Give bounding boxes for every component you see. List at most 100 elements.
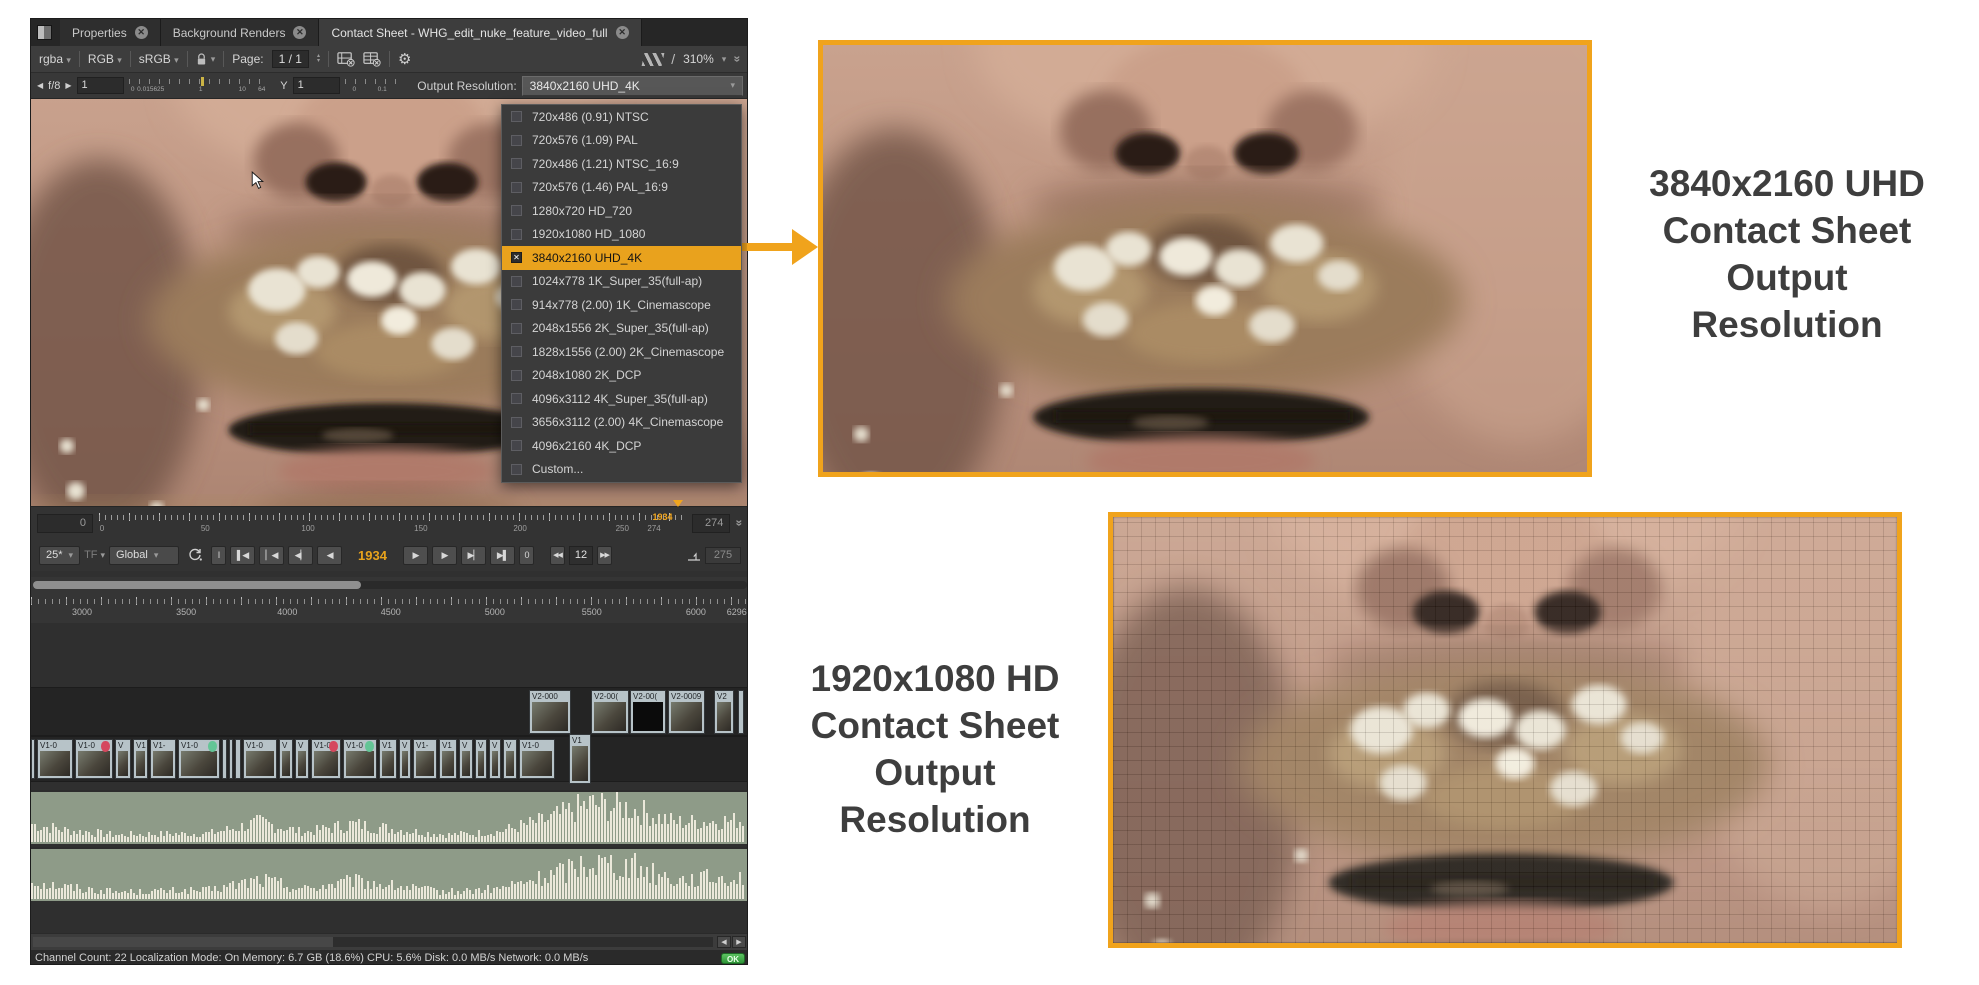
tab-contact-sheet[interactable]: Contact Sheet - WHG_edit_nuke_feature_vi… bbox=[319, 19, 641, 46]
timeline-clip[interactable]: V bbox=[279, 739, 293, 779]
timeline-clip[interactable]: V1-0 bbox=[243, 739, 277, 779]
timeline-clip[interactable]: V1-0 bbox=[75, 739, 113, 779]
frame-increment-input[interactable]: 12 bbox=[569, 546, 593, 565]
tab-background-renders[interactable]: Background Renders ✕ bbox=[161, 19, 320, 46]
range-end-input[interactable]: 274 bbox=[692, 514, 730, 533]
roi-icon[interactable]: / bbox=[671, 51, 675, 67]
timeline-clip[interactable]: V1 bbox=[379, 739, 397, 779]
audio-track-a2[interactable] bbox=[31, 847, 748, 901]
current-frame[interactable]: 1934 bbox=[358, 548, 387, 563]
gear-icon[interactable]: ⚙ bbox=[398, 50, 411, 68]
timeline-clip[interactable] bbox=[235, 739, 241, 779]
timeline-top-scrollbar[interactable] bbox=[33, 581, 747, 589]
gamma-slider[interactable]: 0 0.1 bbox=[345, 77, 399, 95]
timeline-ruler[interactable]: 30003500400045005000550060006296 bbox=[31, 593, 748, 623]
timeline-clip[interactable] bbox=[229, 739, 233, 779]
scroll-left-icon[interactable]: ◀ bbox=[717, 936, 731, 948]
skip-back-button[interactable]: ◀◀ bbox=[550, 546, 565, 565]
zoom-level[interactable]: 310% bbox=[683, 52, 714, 66]
page-spinner[interactable]: ▴▾ bbox=[317, 54, 320, 64]
scroll-right-icon[interactable]: ▶ bbox=[732, 936, 746, 948]
timeline-clip[interactable]: V bbox=[489, 739, 501, 779]
step-back-button[interactable]: ◀▏ bbox=[288, 546, 313, 565]
timeline-clip[interactable]: V1-0 bbox=[178, 739, 220, 779]
gain-input[interactable]: 1 bbox=[77, 77, 124, 94]
timeline-clip[interactable]: V1-0 bbox=[343, 739, 377, 779]
prev-keyframe-button[interactable]: ▏◀ bbox=[259, 546, 284, 565]
resolution-option[interactable]: Custom... bbox=[502, 458, 741, 482]
proxy-toggle-icon[interactable] bbox=[642, 53, 665, 66]
range-start-input[interactable]: 0 bbox=[37, 514, 93, 533]
timeline-clip[interactable]: V1-0 bbox=[37, 739, 73, 779]
more-chevrons-icon[interactable]: » bbox=[733, 520, 747, 527]
frame-ruler[interactable]: 1934 050100150200250274 bbox=[99, 509, 686, 538]
resolution-option[interactable]: 4096x2160 4K_DCP bbox=[502, 434, 741, 458]
resolution-option[interactable]: 914x778 (2.00) 1K_Cinemascope bbox=[502, 293, 741, 317]
in-point-button[interactable]: I bbox=[211, 546, 226, 565]
resolution-option[interactable]: 3656x3112 (2.00) 4K_Cinemascope bbox=[502, 411, 741, 435]
resolution-option[interactable]: 720x576 (1.09) PAL bbox=[502, 129, 741, 153]
go-to-start-button[interactable]: ▌◀ bbox=[230, 546, 255, 565]
resolution-option[interactable]: 4096x3112 4K_Super_35(full-ap) bbox=[502, 387, 741, 411]
out-point-button[interactable]: 0 bbox=[519, 546, 534, 565]
play-backward-button[interactable]: ◀ bbox=[317, 546, 342, 565]
timeline-clip[interactable]: V1 bbox=[133, 739, 148, 779]
output-resolution-dropdown[interactable]: 3840x2160 UHD_4K ▾ bbox=[522, 76, 743, 96]
fps-select[interactable]: 25*▾ bbox=[39, 546, 80, 565]
timeline-clip[interactable]: V1 bbox=[439, 739, 457, 779]
range-mode-select[interactable]: Global▾ bbox=[109, 546, 179, 565]
timeline-clip[interactable]: V1-0 bbox=[311, 739, 341, 779]
scrollbar-track[interactable] bbox=[33, 937, 713, 947]
step-forward-button[interactable]: ▶▏ bbox=[461, 546, 486, 565]
scrollbar-thumb[interactable] bbox=[33, 581, 361, 589]
timeline-clip[interactable]: V1 bbox=[569, 734, 591, 784]
resolution-option[interactable]: 720x576 (1.46) PAL_16:9 bbox=[502, 176, 741, 200]
page-value[interactable]: 1 / 1 bbox=[272, 50, 309, 68]
layer-select[interactable]: RGB ▾ bbox=[88, 52, 122, 66]
clear-renders-icon[interactable] bbox=[363, 51, 381, 67]
resolution-option[interactable]: 1024x778 1K_Super_35(full-ap) bbox=[502, 270, 741, 294]
timeline-clip[interactable]: V2-00( bbox=[630, 690, 666, 734]
gain-slider-handle[interactable] bbox=[201, 77, 204, 86]
audio-track-a1[interactable] bbox=[31, 790, 748, 844]
timeline-clip[interactable]: V1- bbox=[413, 739, 437, 779]
go-to-end-button[interactable]: ▶▌ bbox=[490, 546, 515, 565]
pane-layout-icon[interactable] bbox=[37, 25, 52, 40]
timeline-clip[interactable]: V bbox=[459, 739, 473, 779]
scrollbar-thumb[interactable] bbox=[33, 937, 333, 947]
timeline-clip[interactable] bbox=[738, 690, 744, 734]
resolution-option[interactable]: 720x486 (1.21) NTSC_16:9 bbox=[502, 152, 741, 176]
tf-select[interactable]: TF▾ bbox=[84, 549, 105, 561]
resolution-option[interactable]: 2048x1080 2K_DCP bbox=[502, 364, 741, 388]
skip-forward-button[interactable]: ▶▶ bbox=[597, 546, 612, 565]
play-forward-button[interactable]: ▶ bbox=[403, 546, 428, 565]
timeline-clip[interactable]: V bbox=[115, 739, 131, 779]
timeline-clip[interactable]: V1- bbox=[150, 739, 176, 779]
timeline-clip[interactable]: V2-00( bbox=[591, 690, 629, 734]
close-icon[interactable]: ✕ bbox=[293, 26, 306, 39]
gain-slider[interactable]: 0 0.015625 1 10 64 bbox=[129, 77, 268, 95]
timeline-clip[interactable]: V bbox=[503, 739, 517, 779]
timeline-clip[interactable] bbox=[31, 739, 35, 779]
colorspace-select[interactable]: sRGB ▾ bbox=[139, 52, 179, 66]
timeline-clip[interactable]: V2-0009 bbox=[668, 690, 705, 734]
resolution-option[interactable]: 2048x1556 2K_Super_35(full-ap) bbox=[502, 317, 741, 341]
timeline-clip[interactable] bbox=[222, 739, 227, 779]
channels-select[interactable]: rgba ▾ bbox=[39, 52, 71, 66]
timeline-clip[interactable]: V1-0 bbox=[519, 739, 555, 779]
timeline-clip[interactable]: V bbox=[399, 739, 411, 779]
render-missing-frames-icon[interactable] bbox=[337, 51, 355, 67]
set-range-icon[interactable] bbox=[687, 550, 701, 561]
playhead[interactable]: 1934 bbox=[653, 507, 683, 525]
close-icon[interactable]: ✕ bbox=[616, 26, 629, 39]
loop-mode-icon[interactable] bbox=[187, 548, 203, 562]
timeline-clip[interactable]: V2 bbox=[714, 690, 734, 734]
timeline-clip[interactable]: V bbox=[295, 739, 309, 779]
resolution-option[interactable]: 1920x1080 HD_1080 bbox=[502, 223, 741, 247]
next-stop-icon[interactable]: ▶ bbox=[65, 81, 71, 90]
close-icon[interactable]: ✕ bbox=[135, 26, 148, 39]
next-frame-field[interactable]: 275 bbox=[705, 547, 741, 564]
tab-properties[interactable]: Properties ✕ bbox=[60, 19, 161, 46]
lock-range-button[interactable]: ▾ bbox=[196, 53, 216, 66]
timeline-clip[interactable]: V bbox=[475, 739, 487, 779]
